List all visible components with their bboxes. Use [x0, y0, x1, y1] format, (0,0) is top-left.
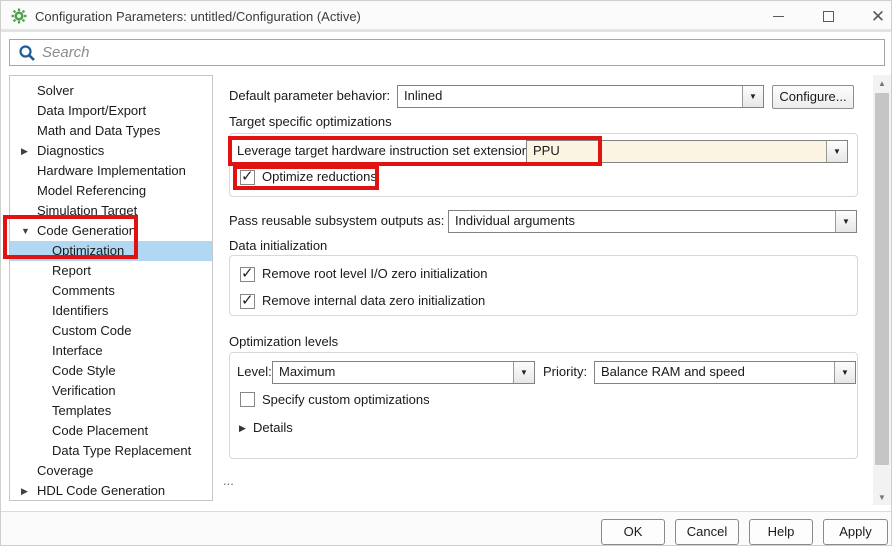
- sidebar-item-diagnostics[interactable]: ▶Diagnostics: [10, 141, 212, 161]
- search-input[interactable]: [42, 40, 884, 65]
- minimize-icon: [773, 16, 784, 17]
- search-box[interactable]: [9, 39, 885, 66]
- sidebar-item-optimization[interactable]: Optimization: [10, 241, 212, 261]
- ok-button[interactable]: OK: [601, 519, 665, 545]
- sidebar-item-code-generation[interactable]: ▼Code Generation: [10, 221, 212, 241]
- details-label[interactable]: Details: [253, 418, 293, 438]
- configuration-parameters-window: Configuration Parameters: untitled/Confi…: [0, 0, 892, 546]
- level-label: Level:: [237, 361, 272, 383]
- target-specific-optimizations-title: Target specific optimizations: [229, 113, 392, 131]
- priority-label: Priority:: [543, 361, 587, 383]
- sidebar-item-interface[interactable]: Interface: [10, 341, 212, 361]
- remove-internal-data-label: Remove internal data zero initialization: [262, 291, 485, 311]
- sidebar-tree: Solver Data Import/Export Math and Data …: [9, 75, 213, 501]
- sidebar-item-code-placement[interactable]: Code Placement: [10, 421, 212, 441]
- scroll-up-icon[interactable]: ▲: [873, 75, 891, 91]
- checkmark-icon: ✓: [241, 167, 254, 185]
- maximize-button[interactable]: [811, 4, 845, 29]
- search-icon: [18, 44, 36, 62]
- sidebar-item-code-style[interactable]: Code Style: [10, 361, 212, 381]
- details-expander-icon[interactable]: ▶: [239, 423, 246, 434]
- help-button[interactable]: Help: [749, 519, 813, 545]
- maximize-icon: [823, 11, 834, 22]
- sidebar-item-model-referencing[interactable]: Model Referencing: [10, 181, 212, 201]
- level-dropdown[interactable]: Maximum ▼: [272, 361, 535, 384]
- chevron-down-icon[interactable]: ▼: [513, 362, 534, 383]
- remove-root-io-label: Remove root level I/O zero initializatio…: [262, 264, 487, 284]
- priority-dropdown[interactable]: Balance RAM and speed ▼: [594, 361, 856, 384]
- remove-internal-data-checkbox[interactable]: ✓: [240, 294, 255, 309]
- pass-reusable-dropdown[interactable]: Individual arguments ▼: [448, 210, 857, 233]
- leverage-extensions-dropdown[interactable]: PPU ▼: [526, 140, 848, 163]
- optimization-levels-title: Optimization levels: [229, 333, 338, 351]
- cancel-button[interactable]: Cancel: [675, 519, 739, 545]
- sidebar-item-custom-code[interactable]: Custom Code: [10, 321, 212, 341]
- specify-custom-optimizations-label: Specify custom optimizations: [262, 390, 430, 410]
- title-bar: Configuration Parameters: untitled/Confi…: [1, 1, 892, 32]
- sidebar-item-coverage[interactable]: Coverage: [10, 461, 212, 481]
- default-parameter-behavior-label: Default parameter behavior:: [229, 85, 390, 107]
- sidebar-item-report[interactable]: Report: [10, 261, 212, 281]
- default-parameter-behavior-dropdown[interactable]: Inlined ▼: [397, 85, 764, 108]
- sidebar-item-comments[interactable]: Comments: [10, 281, 212, 301]
- chevron-down-icon[interactable]: ▼: [826, 141, 847, 162]
- window-title: Configuration Parameters: untitled/Confi…: [35, 9, 361, 24]
- data-initialization-title: Data initialization: [229, 237, 327, 255]
- apply-button[interactable]: Apply: [823, 519, 888, 545]
- chevron-down-icon[interactable]: ▼: [742, 86, 763, 107]
- close-icon: ✕: [871, 7, 885, 27]
- sidebar-item-math-and-data-types[interactable]: Math and Data Types: [10, 121, 212, 141]
- collapsed-arrow-icon[interactable]: ▶: [21, 481, 28, 501]
- checkmark-icon: ✓: [241, 291, 254, 309]
- footer-bar: OK Cancel Help Apply: [1, 511, 892, 546]
- sidebar-item-solver[interactable]: Solver: [10, 81, 212, 101]
- sidebar-item-verification[interactable]: Verification: [10, 381, 212, 401]
- minimize-button[interactable]: [761, 4, 795, 29]
- chevron-down-icon[interactable]: ▼: [834, 362, 855, 383]
- sidebar-item-simulation-target[interactable]: Simulation Target: [10, 201, 212, 221]
- pass-reusable-label: Pass reusable subsystem outputs as:: [229, 210, 444, 232]
- vertical-scrollbar[interactable]: ▲ ▼: [873, 75, 891, 505]
- configure-button[interactable]: Configure...: [772, 85, 854, 109]
- chevron-down-icon[interactable]: ▼: [835, 211, 856, 232]
- sidebar-item-identifiers[interactable]: Identifiers: [10, 301, 212, 321]
- scrollbar-thumb[interactable]: [875, 93, 889, 465]
- sidebar-item-data-type-replacement[interactable]: Data Type Replacement: [10, 441, 212, 461]
- checkmark-icon: ✓: [241, 264, 254, 282]
- sidebar-item-templates[interactable]: Templates: [10, 401, 212, 421]
- gear-icon: [11, 8, 27, 24]
- sidebar-item-data-import-export[interactable]: Data Import/Export: [10, 101, 212, 121]
- overflow-ellipsis: ...: [223, 473, 234, 488]
- expanded-arrow-icon[interactable]: ▼: [21, 221, 30, 241]
- close-button[interactable]: ✕: [861, 4, 892, 29]
- sidebar-item-hdl-code-generation[interactable]: ▶HDL Code Generation: [10, 481, 212, 501]
- specify-custom-optimizations-checkbox[interactable]: ✓: [240, 392, 255, 407]
- scroll-down-icon[interactable]: ▼: [873, 489, 891, 505]
- leverage-extensions-label: Leverage target hardware instruction set…: [237, 140, 539, 162]
- remove-root-io-checkbox[interactable]: ✓: [240, 267, 255, 282]
- optimize-reductions-checkbox[interactable]: ✓: [240, 170, 255, 185]
- sidebar-item-hardware-implementation[interactable]: Hardware Implementation: [10, 161, 212, 181]
- collapsed-arrow-icon[interactable]: ▶: [21, 141, 28, 161]
- optimize-reductions-label: Optimize reductions: [262, 167, 377, 187]
